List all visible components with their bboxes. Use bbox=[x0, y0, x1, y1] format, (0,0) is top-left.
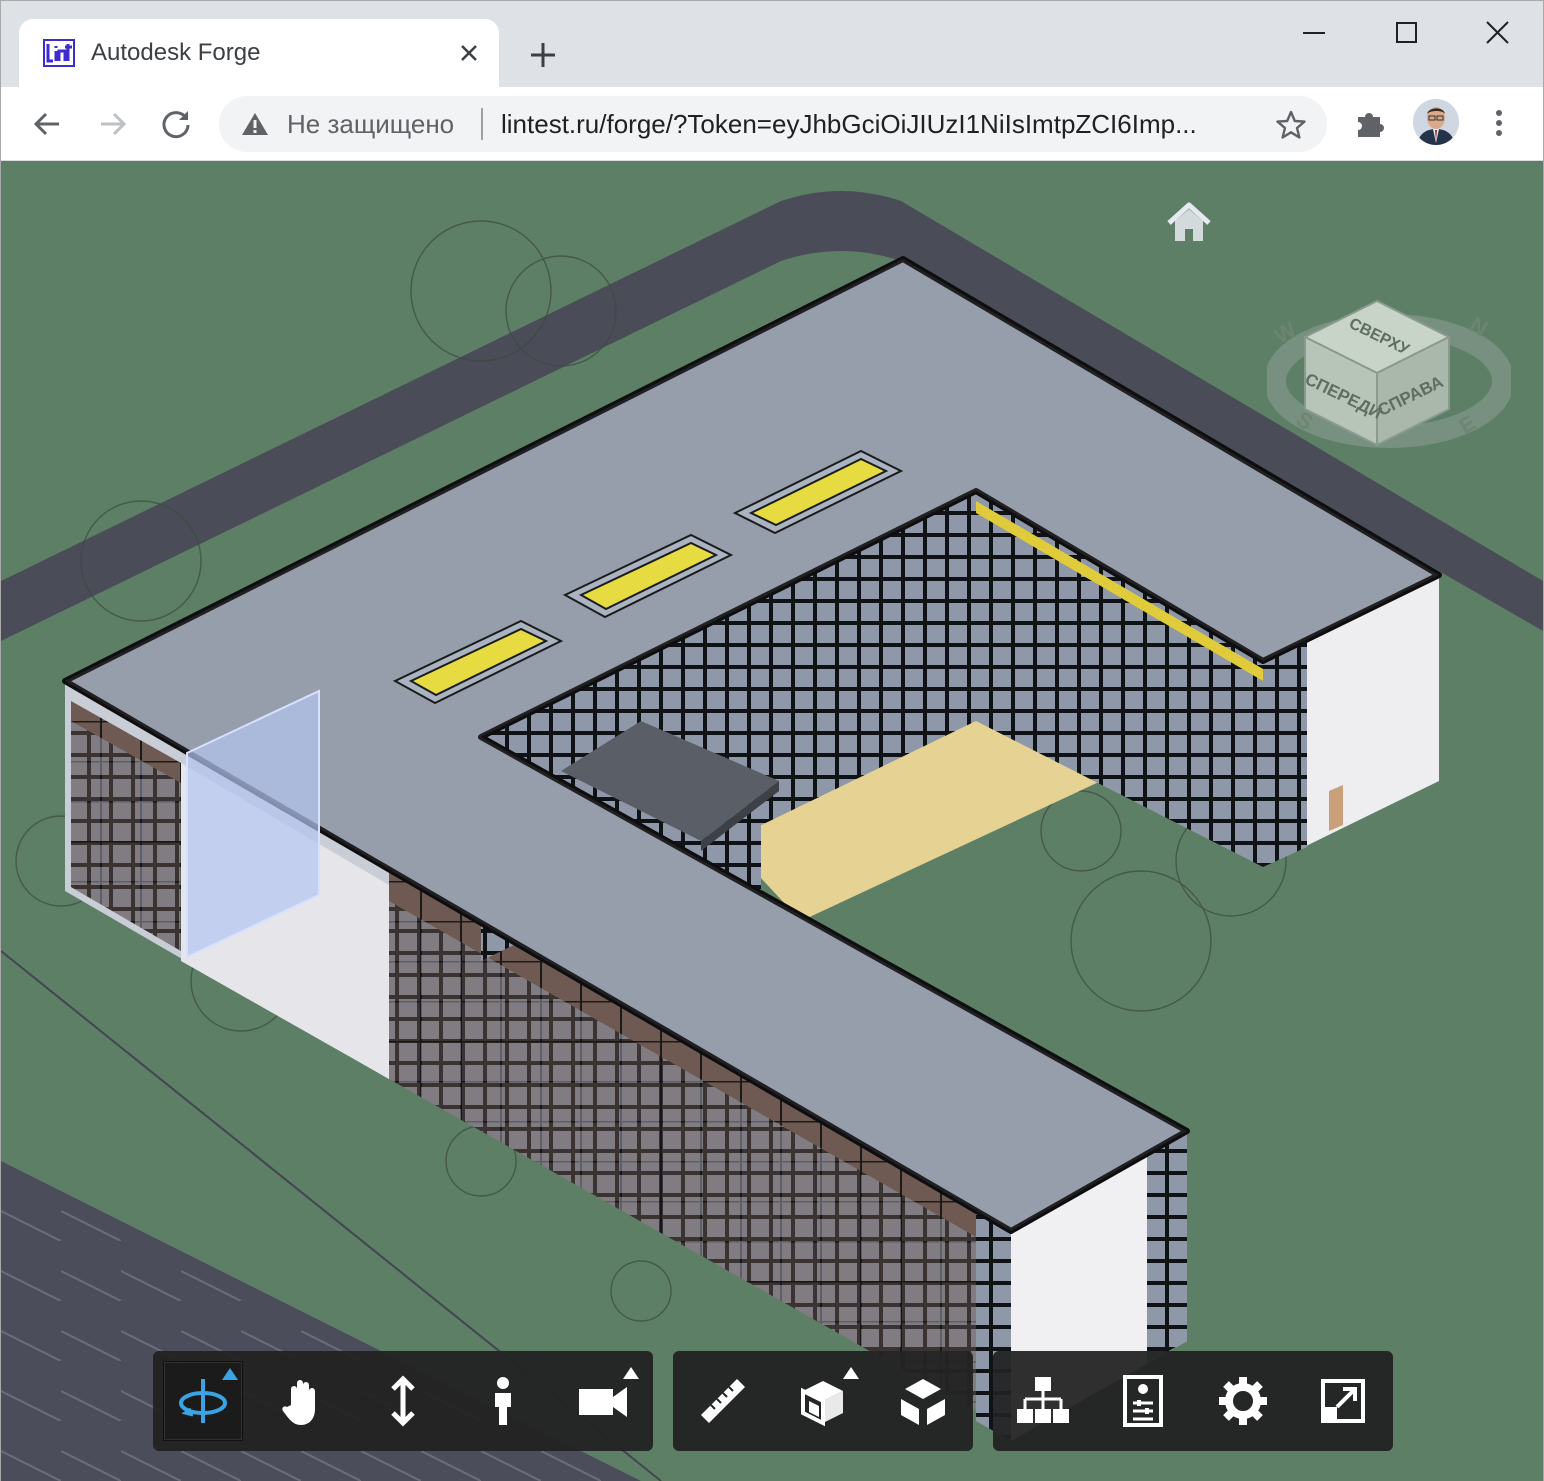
hierarchy-icon bbox=[1017, 1377, 1069, 1423]
zoom-arrows-icon bbox=[391, 1375, 415, 1427]
model-browser-button[interactable] bbox=[1003, 1361, 1083, 1441]
tab-title: Autodesk Forge bbox=[91, 39, 261, 66]
properties-icon bbox=[1123, 1375, 1163, 1427]
viewcube[interactable]: СВЕРХУ СПЕРЕДИ СПРАВА N W S E bbox=[1264, 241, 1514, 451]
ruler-icon bbox=[701, 1379, 745, 1423]
plus-icon[interactable] bbox=[525, 37, 561, 73]
home-icon[interactable] bbox=[1165, 201, 1213, 245]
avatar[interactable] bbox=[1413, 99, 1459, 145]
browser-toolbar: Не защищено lintest.ru/forge/?Token=eyJh… bbox=[1, 87, 1543, 161]
tab-strip: Autodesk Forge bbox=[1, 1, 1543, 87]
forge-viewer-canvas[interactable]: СВЕРХУ СПЕРЕДИ СПРАВА N W S E bbox=[1, 161, 1543, 1481]
forward-icon[interactable] bbox=[91, 103, 133, 145]
flyout-indicator[interactable] bbox=[623, 1367, 639, 1379]
address-bar[interactable]: Не защищено lintest.ru/forge/?Token=eyJh… bbox=[219, 96, 1327, 152]
puzzle-icon[interactable] bbox=[1353, 105, 1389, 141]
model-tools bbox=[673, 1351, 973, 1451]
navigation-tools bbox=[153, 1351, 653, 1451]
browser-window: Autodesk Forge Не защищено lintest.ru/fo… bbox=[0, 0, 1544, 1481]
close-icon[interactable] bbox=[455, 39, 483, 67]
section-box-icon bbox=[801, 1381, 843, 1427]
security-status[interactable]: Не защищено bbox=[287, 110, 454, 138]
url-text[interactable]: lintest.ru/forge/?Token=eyJhbGciOiJIUzI1… bbox=[501, 110, 1197, 138]
tab-autodesk-forge[interactable]: Autodesk Forge bbox=[19, 19, 499, 87]
orbit-button[interactable] bbox=[163, 1361, 243, 1441]
fullscreen-icon bbox=[1321, 1379, 1365, 1423]
reload-icon[interactable] bbox=[155, 103, 197, 145]
kebab-menu-icon[interactable] bbox=[1485, 105, 1513, 141]
back-icon[interactable] bbox=[27, 103, 69, 145]
section-button[interactable] bbox=[783, 1361, 863, 1441]
explode-button[interactable] bbox=[883, 1361, 963, 1441]
properties-button[interactable] bbox=[1103, 1361, 1183, 1441]
url-separator bbox=[481, 108, 483, 140]
window-close-icon[interactable] bbox=[1475, 15, 1521, 51]
zoom-button[interactable] bbox=[363, 1361, 443, 1441]
lint-logo-icon bbox=[43, 39, 75, 67]
person-icon bbox=[495, 1377, 511, 1425]
warning-icon[interactable] bbox=[241, 111, 269, 137]
flyout-indicator[interactable] bbox=[843, 1367, 859, 1379]
explode-cube-icon bbox=[901, 1379, 945, 1425]
maximize-icon[interactable] bbox=[1383, 15, 1429, 51]
gear-icon bbox=[1219, 1377, 1267, 1425]
star-icon[interactable] bbox=[1275, 109, 1307, 141]
camera-button[interactable] bbox=[563, 1361, 643, 1441]
pan-button[interactable] bbox=[263, 1361, 343, 1441]
settings-tools bbox=[993, 1351, 1393, 1451]
settings-button[interactable] bbox=[1203, 1361, 1283, 1441]
orbit-icon bbox=[179, 1379, 227, 1423]
hand-icon bbox=[282, 1380, 315, 1425]
minimize-icon[interactable] bbox=[1291, 15, 1337, 51]
flyout-indicator[interactable] bbox=[222, 1368, 238, 1380]
first-person-button[interactable] bbox=[463, 1361, 543, 1441]
measure-button[interactable] bbox=[683, 1361, 763, 1441]
camera-icon bbox=[579, 1387, 627, 1417]
fullscreen-button[interactable] bbox=[1303, 1361, 1383, 1441]
